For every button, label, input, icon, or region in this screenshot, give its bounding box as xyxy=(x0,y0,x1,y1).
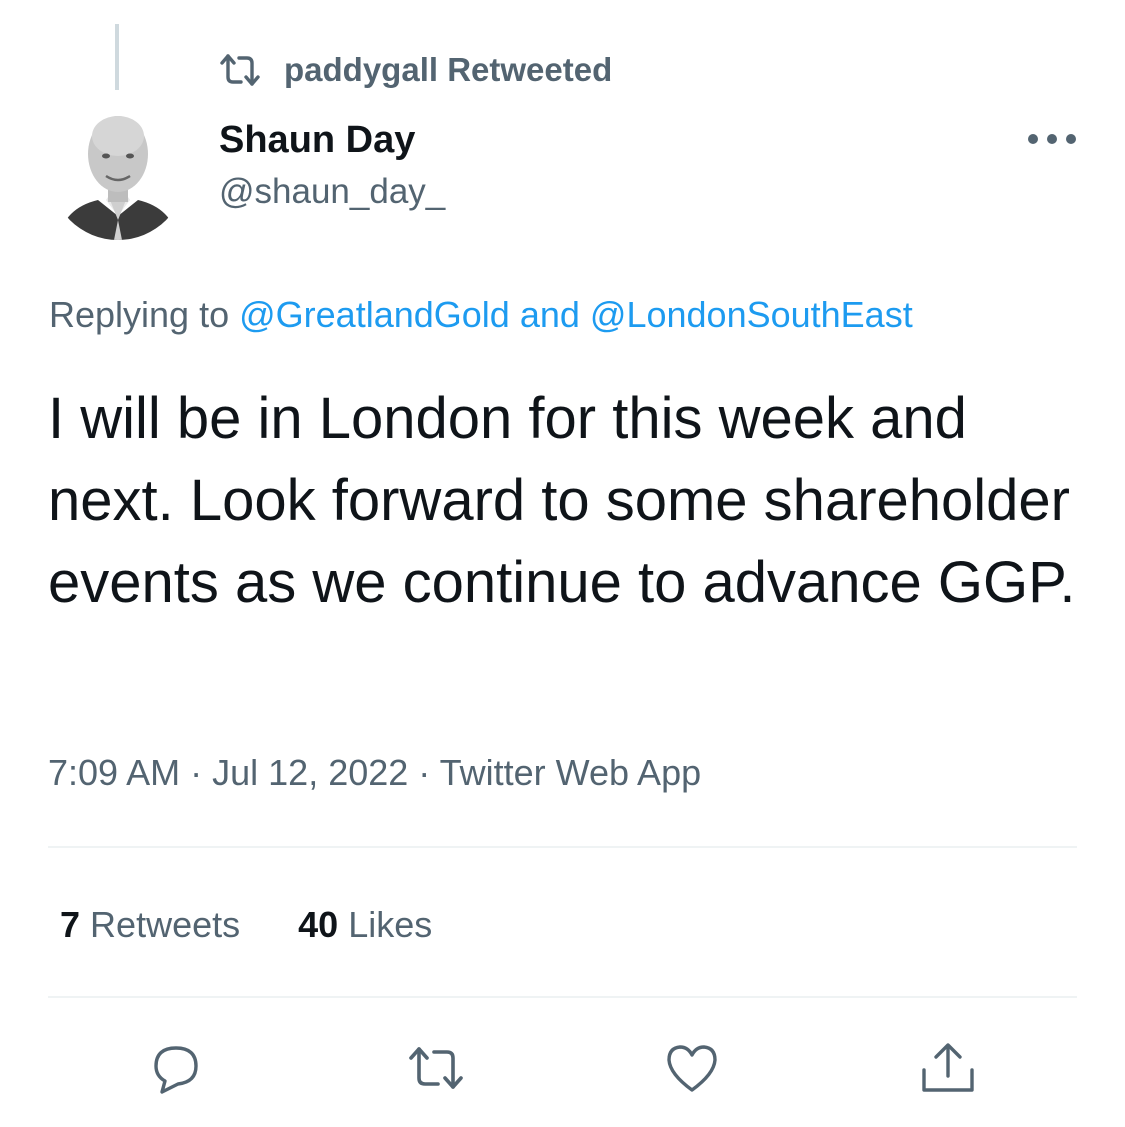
likes-stat[interactable]: 40 Likes xyxy=(298,900,432,950)
replying-prefix: Replying to xyxy=(49,294,230,335)
more-options-icon[interactable] xyxy=(1028,124,1076,154)
retweet-context-text: paddygall Retweeted xyxy=(284,51,613,88)
thread-connector-line xyxy=(115,24,119,90)
tweet-time[interactable]: 7:09 AM xyxy=(48,752,180,793)
like-icon[interactable] xyxy=(662,1038,722,1098)
author-name[interactable]: Shaun Day xyxy=(219,114,445,166)
retweet-icon xyxy=(218,53,262,87)
action-bar xyxy=(0,1038,1125,1098)
meta-separator: · xyxy=(418,752,431,793)
retweet-context[interactable]: paddygall Retweeted xyxy=(218,48,612,92)
likes-count: 40 xyxy=(298,904,339,945)
share-icon[interactable] xyxy=(918,1038,978,1098)
tweet-text: I will be in London for this week and ne… xyxy=(48,386,1076,615)
retweet-icon[interactable] xyxy=(406,1038,466,1098)
author-handle[interactable]: @shaun_day_ xyxy=(219,166,445,218)
reply-icon[interactable] xyxy=(146,1038,206,1098)
author-block[interactable]: Shaun Day @shaun_day_ xyxy=(219,114,445,218)
retweets-count: 7 xyxy=(60,904,81,945)
mention-link-greatlandgold[interactable]: @GreatlandGold xyxy=(239,294,510,335)
divider xyxy=(48,846,1077,848)
meta-separator: · xyxy=(190,752,203,793)
mention-link-londonsoutheast[interactable]: @LondonSouthEast xyxy=(590,294,913,335)
avatar[interactable] xyxy=(50,104,186,240)
engagement-stats: 7 Retweets 40 Likes xyxy=(60,900,432,950)
tweet-date[interactable]: Jul 12, 2022 xyxy=(212,752,408,793)
tweet-meta: 7:09 AM · Jul 12, 2022 · Twitter Web App xyxy=(48,748,701,798)
likes-label: Likes xyxy=(348,904,433,945)
retweets-label: Retweets xyxy=(90,904,241,945)
tweet-source[interactable]: Twitter Web App xyxy=(440,752,701,793)
tweet-detail: paddygall Retweeted Shaun Day @shaun_day… xyxy=(0,0,1125,1127)
replying-to: Replying to @GreatlandGold and @LondonSo… xyxy=(49,290,913,340)
replying-joiner: and xyxy=(519,294,580,335)
retweets-stat[interactable]: 7 Retweets xyxy=(60,900,240,950)
divider xyxy=(48,996,1077,998)
